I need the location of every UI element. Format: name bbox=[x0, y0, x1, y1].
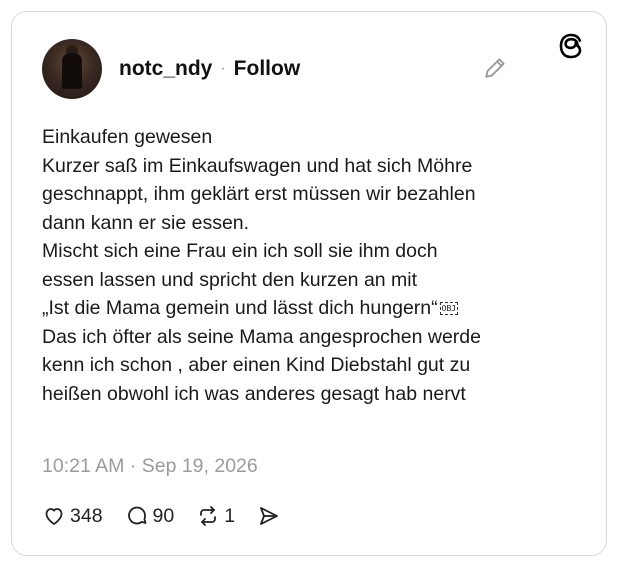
post-line: Mischt sich eine Frau ein ich soll sie i… bbox=[42, 240, 438, 262]
repost-button[interactable]: 1 bbox=[196, 504, 235, 528]
pencil-icon[interactable] bbox=[482, 55, 508, 81]
post-line-quote: „Ist die Mama gemein und lässt dich hung… bbox=[42, 294, 582, 323]
post-line: Kurzer saß im Einkaufswagen und hat sich… bbox=[42, 154, 473, 177]
post-header: notc_ndy · Follow bbox=[119, 57, 300, 81]
separator: · bbox=[220, 60, 226, 77]
send-icon bbox=[260, 507, 279, 525]
post-line: Einkaufen gewesen bbox=[42, 126, 213, 148]
username[interactable]: notc_ndy bbox=[119, 57, 212, 81]
comment-icon bbox=[127, 506, 146, 525]
repost-icon bbox=[200, 506, 217, 526]
action-bar: 348 90 1 bbox=[42, 504, 307, 528]
like-button[interactable]: 348 bbox=[42, 504, 103, 528]
repost-count: 1 bbox=[224, 504, 236, 527]
like-count: 348 bbox=[70, 504, 103, 527]
post-line: Das ich öfter als seine Mama angesproche… bbox=[42, 325, 481, 348]
post-line: „Ist die Mama gemein und lässt dich hung… bbox=[42, 297, 438, 319]
threads-logo-icon[interactable] bbox=[557, 32, 585, 60]
object-replacement-glyph: OBJ bbox=[439, 302, 459, 315]
post-line: geschnappt, ihm geklärt erst müssen wir … bbox=[42, 183, 476, 205]
post-line: kenn ich schon , aber einen Kind Diebsta… bbox=[42, 354, 471, 376]
post-line: essen lassen und spricht den kurzen an m… bbox=[42, 268, 418, 291]
post-line: dann kann er sie essen. bbox=[42, 211, 250, 234]
post-card: notc_ndy · Follow Einkaufen gewesen Kurze… bbox=[11, 11, 607, 556]
timestamp[interactable]: 10:21 AM · Sep 19, 2026 bbox=[42, 455, 258, 478]
reply-button[interactable]: 90 bbox=[125, 504, 175, 528]
post-line: heißen obwohl ich was anderes gesagt hab… bbox=[42, 382, 466, 405]
avatar[interactable] bbox=[42, 39, 102, 99]
share-button[interactable] bbox=[257, 504, 285, 528]
heart-icon bbox=[45, 508, 63, 525]
follow-button[interactable]: Follow bbox=[234, 57, 301, 81]
post-body: Einkaufen gewesen Kurzer saß im Einkaufsw… bbox=[42, 123, 582, 408]
reply-count: 90 bbox=[152, 504, 175, 527]
